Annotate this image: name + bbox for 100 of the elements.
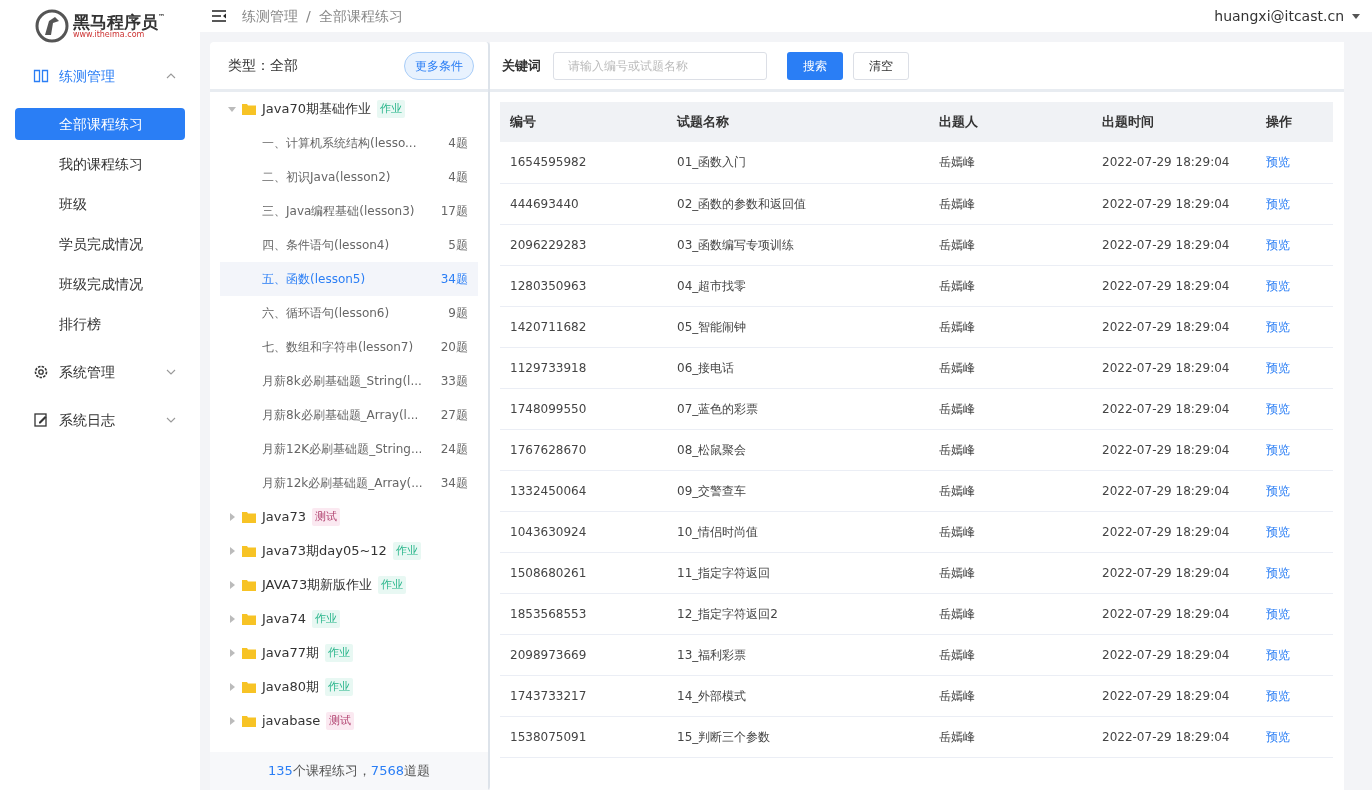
course-name[interactable]: Java70期基础作业 — [262, 99, 371, 119]
table-cell: 08_松鼠聚会 — [667, 429, 929, 470]
column-header: 试题名称 — [667, 102, 929, 142]
table-cell: 2022-07-29 18:29:04 — [1092, 388, 1256, 429]
expand-arrow-icon[interactable] — [228, 683, 236, 691]
breadcrumb-item[interactable]: 练测管理 — [242, 5, 298, 27]
course-name[interactable]: JAVA73期新版作业 — [262, 575, 373, 595]
menu-item[interactable]: 我的课程练习 — [15, 148, 185, 180]
preview-link[interactable]: 预览 — [1266, 237, 1290, 252]
table-cell: 2022-07-29 18:29:04 — [1092, 634, 1256, 675]
lesson-item[interactable]: 七、数组和字符串(lesson7) 20题 — [220, 330, 478, 364]
expand-arrow-icon[interactable] — [228, 649, 236, 657]
table-cell: 11_指定字符返回 — [667, 552, 929, 593]
preview-link[interactable]: 预览 — [1266, 442, 1290, 457]
column-header: 出题人 — [929, 102, 1092, 142]
preview-link[interactable]: 预览 — [1266, 483, 1290, 498]
preview-link[interactable]: 预览 — [1266, 647, 1290, 662]
expand-arrow-icon[interactable] — [228, 513, 236, 521]
table-cell: 1743733217 — [500, 675, 667, 716]
lesson-item[interactable]: 二、初识Java(lesson2) 4题 — [220, 160, 478, 194]
expand-arrow-icon[interactable] — [228, 581, 236, 589]
table-cell: 岳嫣峰 — [929, 429, 1092, 470]
table-cell: 1280350963 — [500, 265, 667, 306]
table-cell: 岳嫣峰 — [929, 306, 1092, 347]
preview-link[interactable]: 预览 — [1266, 688, 1290, 703]
menu-item[interactable]: 练测管理 — [0, 52, 200, 100]
table-cell: 岳嫣峰 — [929, 716, 1092, 757]
preview-link[interactable]: 预览 — [1266, 401, 1290, 416]
table-cell: 2022-07-29 18:29:04 — [1092, 593, 1256, 634]
table-cell: 岳嫣峰 — [929, 552, 1092, 593]
expand-arrow-icon[interactable] — [228, 105, 236, 113]
preview-link[interactable]: 预览 — [1266, 360, 1290, 375]
preview-link[interactable]: 预览 — [1266, 155, 1290, 170]
menu-item[interactable]: 学员完成情况 — [15, 228, 185, 260]
table-cell: 2096229283 — [500, 224, 667, 265]
table-cell: 1043630924 — [500, 511, 667, 552]
preview-link[interactable]: 预览 — [1266, 319, 1290, 334]
course-name[interactable]: Java74 — [262, 609, 306, 629]
course-name[interactable]: Java77期 — [262, 643, 319, 663]
course-tag: 作业 — [378, 575, 407, 595]
preview-link[interactable]: 预览 — [1266, 196, 1290, 211]
clear-button[interactable]: 清空 — [853, 51, 909, 80]
course-name[interactable]: Java80期 — [262, 677, 319, 697]
lesson-item[interactable]: 四、条件语句(lesson4) 5题 — [220, 228, 478, 262]
folder-icon — [242, 647, 256, 659]
folder-icon — [242, 511, 256, 523]
search-button[interactable]: 搜索 — [787, 51, 843, 80]
column-header: 操作 — [1256, 102, 1333, 142]
table-cell: 2022-07-29 18:29:04 — [1092, 675, 1256, 716]
expand-arrow-icon[interactable] — [228, 615, 236, 623]
lesson-item[interactable]: 五、函数(lesson5) 34题 — [220, 262, 478, 296]
menu-item[interactable]: 全部课程练习 — [15, 108, 185, 140]
table-cell: 02_函数的参数和返回值 — [667, 183, 929, 224]
table-cell: 2022-07-29 18:29:04 — [1092, 470, 1256, 511]
table-cell: 岳嫣峰 — [929, 388, 1092, 429]
menu-item[interactable]: 班级 — [15, 188, 185, 220]
table-cell: 10_情侣时尚值 — [667, 511, 929, 552]
course-tag: 作业 — [392, 541, 421, 561]
preview-link[interactable]: 预览 — [1266, 278, 1290, 293]
table-cell: 岳嫣峰 — [929, 224, 1092, 265]
lesson-item[interactable]: 月薪12k必刷基础题_Array(... 34题 — [220, 466, 478, 500]
course-name[interactable]: Java73期day05~12 — [262, 541, 387, 561]
user-menu[interactable]: huangxi@itcast.cn — [1214, 5, 1344, 27]
preview-link[interactable]: 预览 — [1266, 606, 1290, 621]
more-filters-button[interactable]: 更多条件 — [404, 51, 474, 80]
menu-item[interactable]: 排行榜 — [15, 308, 185, 340]
lesson-item[interactable]: 月薪8k必刷基础题_String(l... 33题 — [220, 364, 478, 398]
keyword-field[interactable]: 请输入编号或试题名称 — [553, 51, 767, 80]
course-name[interactable]: Java73 — [262, 507, 306, 527]
table-cell: 2022-07-29 18:29:04 — [1092, 183, 1256, 224]
table-cell: 1508680261 — [500, 552, 667, 593]
lesson-item[interactable]: 三、Java编程基础(lesson3) 17题 — [220, 194, 478, 228]
menu-item[interactable]: 系统日志 — [0, 396, 200, 444]
lesson-item[interactable]: 一、计算机系统结构(lesso... 4题 — [220, 126, 478, 160]
table-cell: 岳嫣峰 — [929, 183, 1092, 224]
lesson-item[interactable]: 月薪12K必刷基础题_String... 24题 — [220, 432, 478, 466]
course-tag: 测试 — [326, 711, 355, 731]
menu-item[interactable]: 班级完成情况 — [15, 268, 185, 300]
preview-link[interactable]: 预览 — [1266, 729, 1290, 744]
preview-link[interactable]: 预览 — [1266, 565, 1290, 580]
preview-link[interactable]: 预览 — [1266, 524, 1290, 539]
table-cell: 2022-07-29 18:29:04 — [1092, 429, 1256, 470]
menu-item[interactable]: 系统管理 — [0, 348, 200, 396]
column-header: 出题时间 — [1092, 102, 1256, 142]
menu-toggle-icon[interactable] — [212, 10, 226, 22]
course-name[interactable]: javabase — [262, 711, 321, 731]
column-header: 编号 — [500, 102, 667, 142]
table-cell: 15_判断三个参数 — [667, 716, 929, 757]
table-cell: 06_接电话 — [667, 347, 929, 388]
caret-icon[interactable] — [1352, 13, 1360, 19]
expand-arrow-icon[interactable] — [228, 547, 236, 555]
table-cell: 03_函数编写专项训练 — [667, 224, 929, 265]
table-cell: 1332450064 — [500, 470, 667, 511]
table-cell: 1767628670 — [500, 429, 667, 470]
lesson-item[interactable]: 月薪8k必刷基础题_Array(l... 27题 — [220, 398, 478, 432]
table-cell: 岳嫣峰 — [929, 634, 1092, 675]
lesson-item[interactable]: 六、循环语句(lesson6) 9题 — [220, 296, 478, 330]
expand-arrow-icon[interactable] — [228, 717, 236, 725]
course-tag: 作业 — [377, 99, 405, 119]
breadcrumb-item[interactable]: 全部课程练习 — [318, 5, 403, 27]
